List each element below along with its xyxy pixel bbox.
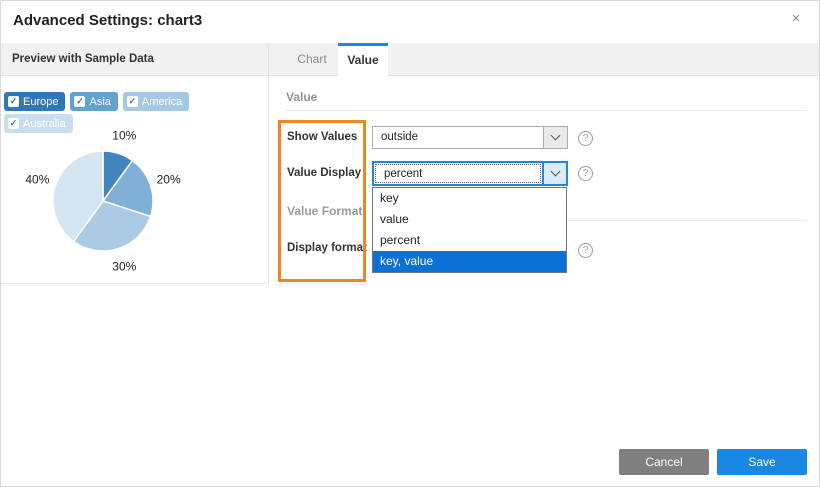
dialog-title: Advanced Settings: chart3: [13, 12, 202, 29]
legend-chip-asia[interactable]: ✓ Asia: [70, 92, 117, 111]
tab-value[interactable]: Value: [338, 43, 388, 77]
pie-value-label: 30%: [112, 260, 136, 274]
close-icon[interactable]: ×: [787, 10, 805, 28]
help-icon-value-display[interactable]: ?: [578, 166, 593, 181]
legend-chip-label: Asia: [89, 96, 110, 108]
show-values-label: Show Values: [287, 131, 357, 143]
value-display-label: Value Display: [287, 167, 361, 179]
legend-chip-label: America: [142, 96, 182, 108]
tab-chart[interactable]: Chart: [286, 43, 338, 76]
display-format-label: Display format: [287, 242, 367, 254]
checkbox-checked-icon: ✓: [74, 96, 85, 107]
chevron-down-icon[interactable]: [543, 127, 567, 148]
legend-chip-europe[interactable]: ✓ Europe: [4, 92, 65, 111]
pie-value-label: 20%: [157, 173, 181, 187]
value-display-dropdown-list: keyvaluepercentkey, value: [372, 187, 567, 273]
cancel-button[interactable]: Cancel: [619, 449, 709, 475]
save-button[interactable]: Save: [717, 449, 807, 475]
dropdown-option-percent[interactable]: percent: [373, 230, 566, 251]
help-icon-show-values[interactable]: ?: [578, 131, 593, 146]
divider: [286, 110, 807, 111]
title-bar: Advanced Settings: chart3 ×: [1, 1, 819, 43]
dropdown-option-key[interactable]: key: [373, 188, 566, 209]
show-values-value: outside: [373, 127, 543, 148]
checkbox-checked-icon: ✓: [8, 96, 19, 107]
annotation-highlight-box: [278, 120, 366, 282]
preview-header: Preview with Sample Data: [1, 43, 269, 76]
pie-value-label: 10%: [112, 128, 136, 142]
help-icon-display-format[interactable]: ?: [578, 243, 593, 258]
chevron-down-icon[interactable]: [542, 163, 566, 184]
section-title-value: Value: [286, 90, 317, 104]
show-values-select[interactable]: outside: [372, 126, 568, 149]
pie-value-label: 40%: [25, 173, 49, 187]
advanced-settings-dialog: Advanced Settings: chart3 × Preview with…: [0, 0, 820, 487]
pie-chart: 10% 20% 30% 40%: [1, 113, 269, 283]
preview-panel: ✓Europe✓Asia✓America✓Australia 10%20%30%…: [1, 76, 269, 284]
legend-chip-america[interactable]: ✓ America: [123, 92, 189, 111]
dropdown-option-key-value[interactable]: key, value: [373, 251, 566, 272]
legend-chip-label: Europe: [23, 96, 58, 108]
value-format-label: Value Format: [287, 204, 362, 218]
preview-label: Preview with Sample Data: [12, 53, 154, 65]
value-display-value: percent: [376, 165, 540, 182]
checkbox-checked-icon: ✓: [127, 96, 138, 107]
header-strip: Preview with Sample Data: [1, 43, 819, 76]
dropdown-option-value[interactable]: value: [373, 209, 566, 230]
value-display-select[interactable]: percent: [372, 161, 568, 186]
